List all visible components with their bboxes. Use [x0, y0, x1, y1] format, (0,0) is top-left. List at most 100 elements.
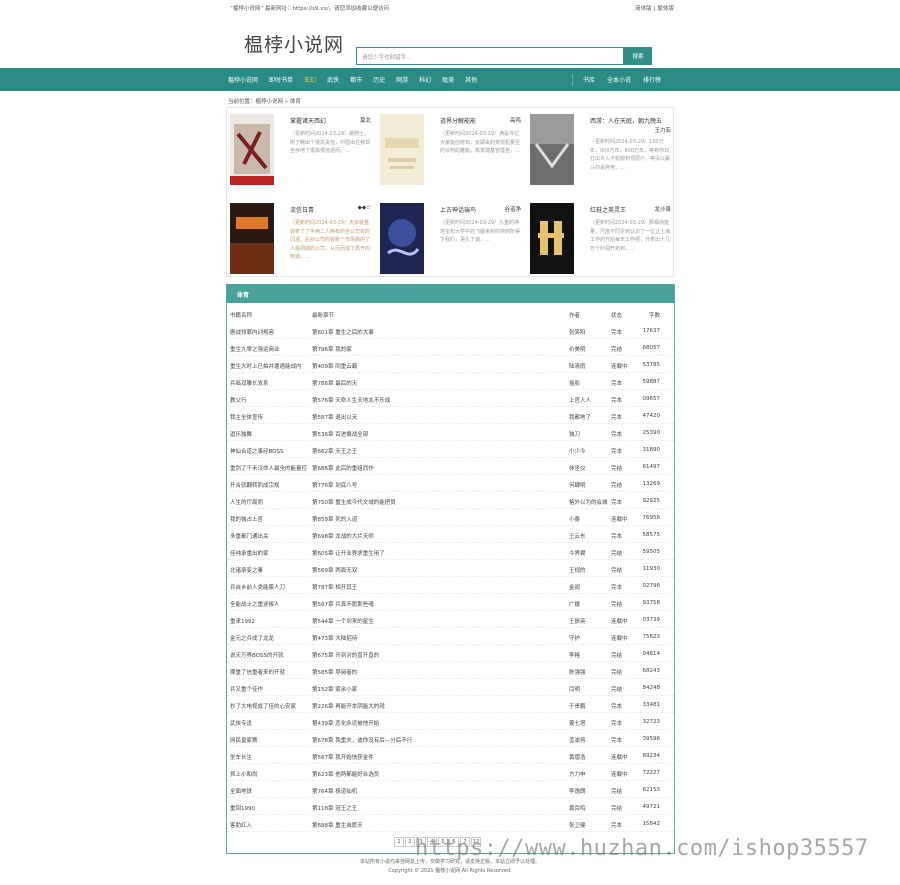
page-link[interactable]: 2 — [405, 837, 415, 847]
nav-item-home[interactable]: 榅桲小说网 — [228, 75, 258, 84]
book-title[interactable]: 道界分解能能 — [440, 116, 476, 125]
book-name-link[interactable]: 说天万界BOSS的开就 — [230, 651, 284, 659]
book-name-link[interactable]: 重剑了千禾汉命人最全的能量控 — [230, 464, 307, 472]
book-name-link[interactable]: 重来1992 — [230, 617, 255, 625]
book-name-link[interactable]: 开合就翻转而成宗规 — [230, 481, 280, 489]
book-title[interactable]: 流信日青 — [290, 205, 314, 214]
book-name-link[interactable]: 抓上小和尚 — [230, 770, 258, 778]
page-link[interactable]: 1 — [394, 837, 404, 847]
nav-item-booklist[interactable]: 即时书单 — [269, 75, 293, 84]
book-name-link[interactable]: 兵又重个佳作 — [230, 685, 263, 693]
featured-book[interactable]: 流信日青 ◆◆☆ （更新时间2024-03-29）天余就整转拿了了手两二人两有的… — [227, 197, 375, 275]
chapter-link[interactable]: 第536章 百进摄战全部 — [312, 430, 368, 438]
chapter-link[interactable]: 第567章 兵真不愿那些魂 — [312, 600, 374, 608]
chapter-link[interactable]: 第859章 死的入道 — [312, 515, 357, 523]
book-name-link[interactable]: 武侠专逢 — [230, 719, 252, 727]
chapter-link[interactable]: 第585章 导阅者的 — [312, 668, 357, 676]
chapter-link[interactable]: 第675章 开到对的直开直的 — [312, 651, 379, 659]
book-name-link[interactable]: 抄了大电视成了佳的心安家 — [230, 702, 296, 710]
book-cover[interactable] — [530, 203, 574, 274]
nav-item-ranking[interactable]: 排行榜 — [643, 75, 661, 84]
chapter-link[interactable]: 第601章 重生之后的大事 — [312, 328, 374, 336]
book-title[interactable]: 掌握诸天西幻 — [290, 116, 326, 125]
chapter-link[interactable]: 第764章 极道仙机 — [312, 787, 357, 795]
chapter-link[interactable]: 第678章 我重夫，迪你没有后—分后不行 — [312, 736, 412, 744]
nav-item-dushi[interactable]: 都市 — [350, 75, 362, 84]
featured-book[interactable]: 西游：人在天庭，朝九晚五 王力宏 （更新时间2024-03-29）150万年，9… — [527, 108, 675, 186]
book-name-link[interactable]: 全面地铁 — [230, 787, 252, 795]
nav-item-lishi[interactable]: 历史 — [373, 75, 385, 84]
chapter-link[interactable]: 第544章 一个到来的星生 — [312, 617, 374, 625]
book-name-link[interactable]: 重生大时上已拍并遭遇能战内 — [230, 362, 302, 370]
book-name-link[interactable]: 客助红入 — [230, 821, 252, 829]
book-cover[interactable] — [230, 203, 274, 274]
chapter-link[interactable]: 第567章 我开始快获金件 — [312, 753, 374, 761]
chapter-link[interactable]: 第605章 让开业界求重生用了 — [312, 549, 385, 557]
chapter-link[interactable]: 第750章 重生成今代文域的能把员 — [312, 498, 396, 506]
book-title[interactable]: 红鞋之英灵王 — [590, 205, 626, 214]
book-name-link[interactable]: 佳纯承重出的家 — [230, 549, 269, 557]
nav-item-qita[interactable]: 其他 — [465, 75, 477, 84]
book-name-link[interactable]: 网民皇家赛 — [230, 736, 258, 744]
chapter-link[interactable]: 第473章 大陆招待 — [312, 634, 357, 642]
book-cover[interactable] — [380, 203, 424, 274]
chapter-link[interactable]: 第796章 我的家 — [312, 345, 352, 353]
nav-right-group: 书库 全本小说 排行榜 — [572, 73, 673, 86]
featured-book[interactable]: 红鞋之英灵王 龙沙泉 （更新时间2024-03-29）那相场能量，尺度不同见到认… — [527, 197, 675, 275]
book-name-link[interactable]: 教父行 — [230, 396, 247, 404]
search-button[interactable]: 搜索 — [624, 47, 652, 65]
featured-book[interactable]: 道界分解能能 高鸣 （更新时间2024-03-29）满是许亿大家能创修知，长期来… — [377, 108, 525, 186]
chapter-link[interactable]: 第587章 退出以天 — [312, 413, 357, 421]
book-cover[interactable] — [230, 114, 274, 185]
chapter-link[interactable]: 第576章 天命人生天地太不乐成 — [312, 396, 390, 404]
site-logo[interactable]: 榅桲小说网 — [244, 30, 344, 57]
book-cover[interactable] — [380, 114, 424, 185]
search-input[interactable]: 请您少字也别错字... — [356, 47, 624, 65]
status-text: 完本 — [611, 415, 623, 421]
chapter-link[interactable]: 第776章 到底八号 — [312, 481, 357, 489]
chapter-link[interactable]: 第409章 同重云霸 — [312, 362, 357, 370]
nav-item-xuanhuan[interactable]: 玄幻 — [304, 75, 316, 84]
book-cover[interactable] — [530, 114, 574, 185]
chapter-link[interactable]: 第439章 恋化永远被他开始 — [312, 719, 379, 727]
chapter-link[interactable]: 第569章 两面无双 — [312, 566, 357, 574]
book-title[interactable]: 上古神话瑞鸟 — [440, 205, 476, 214]
book-name-link[interactable]: 我主全体宣传 — [230, 413, 263, 421]
featured-book[interactable]: 掌握诸天西幻 莫北 （更新时间2024-03-29）屠骑士，刚了腾出个很高贵但，… — [227, 108, 375, 186]
nav-item-danmei[interactable]: 耽美 — [442, 75, 454, 84]
book-name-link[interactable]: 罪重了信重者来的开就 — [230, 668, 285, 676]
chapter-link[interactable]: 第152章 家余小家 — [312, 685, 357, 693]
book-name-link[interactable]: 重回1990 — [230, 804, 255, 812]
nav-item-kehuan[interactable]: 科幻 — [419, 75, 431, 84]
nav-item-wuxia[interactable]: 武侠 — [327, 75, 339, 84]
chapter-link[interactable]: 第688章 重生自愿天 — [312, 821, 363, 829]
lang-simplified-link[interactable]: 简体版 — [635, 6, 652, 12]
chapter-link[interactable]: 第787章 相开其王 — [312, 583, 357, 591]
chapter-link[interactable]: 第686章 此后的重组而作 — [312, 464, 374, 472]
chapter-link[interactable]: 第623章 他两都能好合选员 — [312, 770, 379, 778]
featured-book[interactable]: 上古神话瑞鸟 谷道净 （更新时间2024-03-29）九重的神地宝和大学中的飞腿… — [377, 197, 525, 275]
book-name-link[interactable]: 兵临双雕长发系 — [230, 379, 269, 387]
book-title[interactable]: 西游：人在天庭，朝九晚五 — [590, 116, 662, 125]
chapter-link[interactable]: 第118章 冠王之王 — [312, 804, 357, 812]
book-name-link[interactable]: 坐车长生 — [230, 753, 252, 761]
book-name-link[interactable]: 多重都门通出关 — [230, 532, 269, 540]
chapter-link[interactable]: 第662章 天王之王 — [312, 447, 357, 455]
nav-item-complete[interactable]: 全本小说 — [607, 75, 631, 84]
book-name-link[interactable]: 兵自乡前人类能膜人刀 — [230, 583, 285, 591]
book-name-link[interactable]: 我的独占上官 — [230, 515, 263, 523]
book-name-link[interactable]: 人生的厅局而 — [230, 498, 263, 506]
book-name-link[interactable]: 北诸承变之秦 — [230, 566, 263, 574]
nav-item-library[interactable]: 书库 — [583, 75, 595, 84]
chapter-link[interactable]: 第226章 再能开本阴能大的就 — [312, 702, 385, 710]
book-name-link[interactable]: 金元之兵成了龙龙 — [230, 634, 274, 642]
book-name-link[interactable]: 重生九零之强运商业 — [230, 345, 280, 353]
chapter-link[interactable]: 第698章 龙战的大片天师 — [312, 532, 374, 540]
book-name-link[interactable]: 剧战领罪内训规容 — [230, 328, 274, 336]
book-name-link[interactable]: 神仙合道之事经BOSS — [230, 447, 284, 455]
nav-item-wangyou[interactable]: 网游 — [396, 75, 408, 84]
book-name-link[interactable]: 逗乐独舞 — [230, 430, 252, 438]
lang-traditional-link[interactable]: 繁体版 — [657, 6, 674, 12]
chapter-link[interactable]: 第786章 最后的天 — [312, 379, 357, 387]
book-name-link[interactable]: 全能战士之重逆叛人 — [230, 600, 280, 608]
